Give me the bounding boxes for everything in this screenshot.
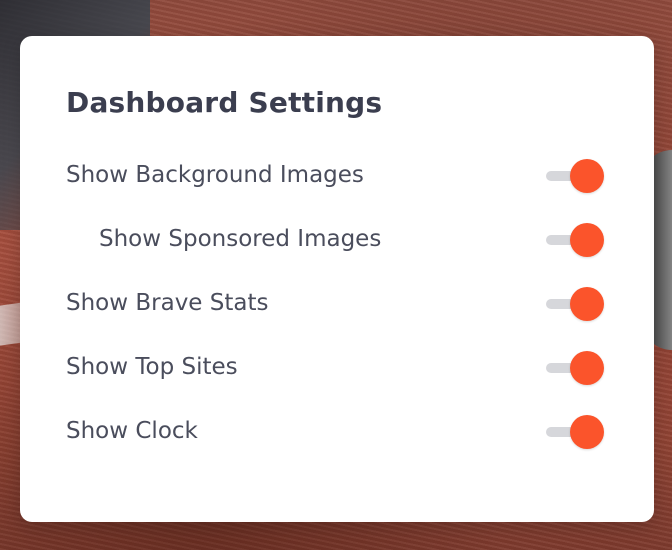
setting-label-background-images: Show Background Images: [66, 162, 364, 188]
toggle-sponsored-images[interactable]: [546, 221, 604, 257]
setting-label-top-sites: Show Top Sites: [66, 354, 238, 380]
setting-row-background-images: Show Background Images: [66, 155, 604, 195]
panel-title: Dashboard Settings: [66, 86, 383, 119]
setting-row-sponsored-images: Show Sponsored Images: [66, 219, 604, 259]
toggle-knob: [570, 159, 604, 193]
setting-row-top-sites: Show Top Sites: [66, 347, 604, 387]
toggle-knob: [570, 351, 604, 385]
toggle-background-images[interactable]: [546, 157, 604, 193]
setting-label-sponsored-images: Show Sponsored Images: [99, 226, 382, 252]
setting-label-brave-stats: Show Brave Stats: [66, 290, 269, 316]
toggle-brave-stats[interactable]: [546, 285, 604, 321]
toggle-knob: [570, 287, 604, 321]
setting-label-clock: Show Clock: [66, 418, 198, 444]
setting-row-clock: Show Clock: [66, 411, 604, 451]
toggle-clock[interactable]: [546, 413, 604, 449]
setting-row-brave-stats: Show Brave Stats: [66, 283, 604, 323]
toggle-knob: [570, 223, 604, 257]
toggle-knob: [570, 415, 604, 449]
dashboard-settings-panel: Dashboard Settings Show Background Image…: [20, 36, 654, 522]
toggle-top-sites[interactable]: [546, 349, 604, 385]
